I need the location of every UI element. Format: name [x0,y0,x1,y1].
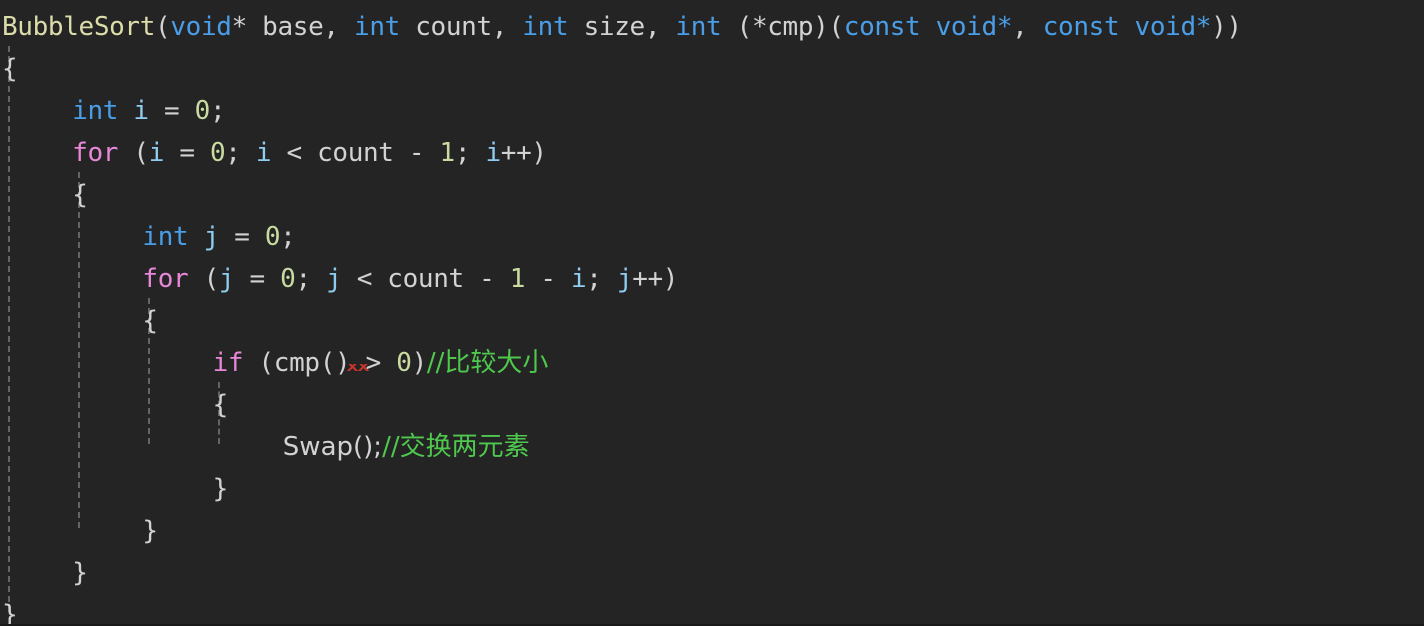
token-plain: )) [1211,12,1242,42]
code-line[interactable]: { [0,384,1424,426]
token-plain: = [148,96,195,126]
code-line[interactable]: { [0,174,1424,216]
token-brace: } [212,474,229,504]
token-type-keyword: int [142,222,189,252]
token-type-keyword: const void* [843,12,1013,42]
token-number: 0 [209,138,226,168]
token-type-keyword: int [675,12,722,42]
token-plain: ; [209,96,226,126]
token-type-keyword: const void* [1042,12,1212,42]
code-line[interactable]: int j = 0; [0,216,1424,258]
token-plain: ; [454,138,486,168]
code-line[interactable]: { [0,48,1424,90]
token-plain: ; [295,264,327,294]
token-number: 0 [194,96,211,126]
token-plain: ( [188,264,220,294]
code-line[interactable]: int i = 0; [0,90,1424,132]
token-plain: - [525,264,571,294]
token-plain: ( [118,138,149,168]
token-brace: ( [155,12,171,42]
token-plain: ) [411,348,428,378]
code-line[interactable]: } [0,468,1424,510]
token-variable: j [616,264,633,294]
token-plain: count, [399,12,523,42]
token-brace: } [2,600,18,626]
token-type-keyword: int [354,12,400,42]
token-brace: { [142,306,158,336]
token-type-keyword: void [170,12,232,42]
token-variable: j [218,264,235,294]
token-plain: ; [225,138,256,168]
code-editor-surface[interactable]: BubbleSort(void* base, int count, int si… [0,0,1424,626]
code-line[interactable]: } [0,510,1424,552]
token-variable: i [570,264,587,294]
token-control-keyword: for [72,138,119,168]
code-line[interactable]: } [0,552,1424,594]
token-variable: j [203,222,220,252]
token-brace: } [72,558,88,588]
code-line[interactable]: if (cmp() > 0)//比较大小 [0,342,1424,384]
token-number: 0 [396,348,412,378]
token-comment: //交换两元素 [382,432,530,462]
token-variable: i [148,138,165,168]
token-plain: ; [280,222,296,252]
code-line[interactable]: { [0,300,1424,342]
token-control-keyword: for [142,264,189,294]
token-brace: { [72,180,88,210]
code-line[interactable]: Swap();//交换两元素 [0,426,1424,468]
token-plain: * base, [231,12,355,42]
code-line[interactable]: } [0,594,1424,626]
token-number: 0 [280,264,296,294]
token-control-keyword: if [212,348,244,378]
token-variable: i [485,138,501,168]
token-comment: //比较大小 [426,348,549,378]
token-identifier: Swap(); [282,432,383,462]
token-plain: ++) [632,264,679,294]
token-number: 0 [264,222,281,252]
token-brace: { [2,54,18,84]
token-plain: = [218,222,265,252]
token-plain: ++) [500,138,547,168]
token-variable: i [255,138,272,168]
token-plain: (cmp() > [243,348,397,378]
token-number: 1 [509,264,526,294]
code-line[interactable]: BubbleSort(void* base, int count, int si… [0,6,1424,48]
code-line[interactable]: for (i = 0; i < count - 1; i++) [0,132,1424,174]
token-type-keyword: int [522,12,569,42]
token-plain: < count - [271,138,440,168]
code-line[interactable]: for (j = 0; j < count - 1 - i; j++) [0,258,1424,300]
token-plain: , [1012,12,1043,42]
code-text-layer[interactable]: BubbleSort(void* base, int count, int si… [0,0,1424,624]
token-type-keyword: int [72,96,119,126]
token-function-name: BubbleSort [2,12,156,42]
token-plain: ; [586,264,617,294]
token-plain: = [234,264,281,294]
token-variable: i [133,96,149,126]
token-brace: { [212,390,229,420]
token-variable: j [326,264,342,294]
token-number: 1 [439,138,456,168]
token-plain: = [164,138,210,168]
token-brace: } [142,516,158,546]
token-plain: size, [568,12,676,42]
token-plain: (*cmp)( [721,12,844,42]
token-plain: < count - [341,264,510,294]
missing-arguments-error [347,364,369,371]
